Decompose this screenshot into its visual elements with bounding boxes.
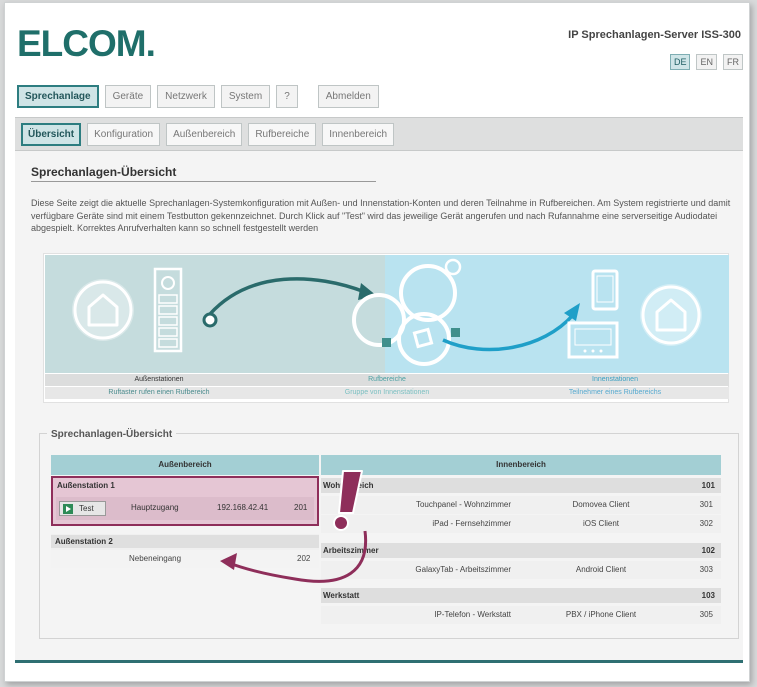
nav-system[interactable]: System xyxy=(220,85,271,108)
nav-sprechanlage[interactable]: Sprechanlage xyxy=(17,85,99,108)
diagram-labels: Außenstationen Rufbereiche Innenstatione… xyxy=(45,374,729,386)
panel-device-icon xyxy=(567,321,619,359)
device-number: 303 xyxy=(699,565,713,574)
door-station-icon xyxy=(153,267,183,353)
play-icon xyxy=(63,504,73,514)
diagram-outdoor-sublabel: Ruftaster rufen einen Rufbereich xyxy=(108,389,210,396)
device-number: 201 xyxy=(294,503,308,512)
sub-nav-bar: Übersicht Konfiguration Außenbereich Ruf… xyxy=(15,117,743,151)
test-button-label: Test xyxy=(79,504,94,513)
indoor-house-icon xyxy=(640,284,702,346)
language-de-button[interactable]: DE xyxy=(669,54,691,70)
call-area-number: 101 xyxy=(701,481,715,490)
elcom-logo: ELCOM. xyxy=(17,23,156,64)
call-area-circles-icon xyxy=(352,264,460,366)
device-ip: 192.168.42.41 xyxy=(217,503,269,512)
device-client: iOS Client xyxy=(582,519,619,528)
indoor-device-row: IP-Telefon - Werkstatt PBX / iPhone Clie… xyxy=(321,606,721,624)
content-area: Sprechanlagen-Übersicht Diese Seite zeig… xyxy=(15,151,743,663)
station-name: Außenstation 2 xyxy=(51,535,319,548)
overview-title: Sprechanlagen-Übersicht xyxy=(47,429,177,440)
diagram-indoor-sublabel: Teilnehmer eines Rufbereichs xyxy=(568,389,662,396)
nav-help[interactable]: ? xyxy=(276,85,298,108)
indoor-device-row: iPad - Fernsehzimmer iOS Client 302 xyxy=(321,515,721,533)
language-switcher: DE EN FR xyxy=(669,54,743,70)
device-name: GalaxyTab - Arbeitszimmer xyxy=(415,565,511,574)
device-number: 202 xyxy=(297,554,311,563)
house-outline-icon xyxy=(72,279,134,341)
sub-nav: Übersicht Konfiguration Außenbereich Ruf… xyxy=(21,123,395,146)
nav-netzwerk[interactable]: Netzwerk xyxy=(157,85,215,108)
page-description: Diese Seite zeigt die aktuelle Sprechanl… xyxy=(31,198,731,233)
node-circle-icon xyxy=(444,258,462,276)
call-area-row: Wohnbereich 101 xyxy=(321,478,721,493)
device-number: 302 xyxy=(699,519,713,528)
language-en-button[interactable]: EN xyxy=(696,54,717,70)
diagram-illustration xyxy=(72,258,702,366)
diagram-indoor-label: Innenstationen xyxy=(592,376,638,383)
outdoor-station-row: Außenstation 2 Nebeneingang 202 xyxy=(51,534,319,568)
tab-aussenbereich[interactable]: Außenbereich xyxy=(166,123,243,146)
nav-geraete[interactable]: Geräte xyxy=(104,85,152,108)
tab-rufbereiche[interactable]: Rufbereiche xyxy=(248,123,317,146)
title-divider xyxy=(31,181,376,182)
station-device-row: Test Hauptzugang 192.168.42.41 201 xyxy=(56,497,314,520)
device-number: 301 xyxy=(699,500,713,509)
product-title: IP Sprechanlagen-Server ISS-300 xyxy=(568,29,741,41)
device-location: Nebeneingang xyxy=(129,554,182,563)
station-device-row: Nebeneingang 202 xyxy=(51,550,319,568)
logout-button[interactable]: Abmelden xyxy=(317,85,379,108)
language-fr-button[interactable]: FR xyxy=(723,54,743,70)
indoor-arrow-icon xyxy=(442,303,580,352)
system-diagram: Außenstationen Rufbereiche Innenstatione… xyxy=(43,253,729,403)
indoor-device-row: Touchpanel - Wohnzimmer Domovea Client 3… xyxy=(321,496,721,514)
tab-innenbereich[interactable]: Innenbereich xyxy=(322,123,395,146)
page-title: Sprechanlagen-Übersicht xyxy=(31,165,177,179)
call-area-row: Arbeitszimmer 102 xyxy=(321,543,721,558)
device-client: PBX / iPhone Client xyxy=(565,610,637,619)
diagram-sublabels: Ruftaster rufen einen Rufbereich Gruppe … xyxy=(45,387,729,399)
outdoor-column-header: Außenbereich xyxy=(51,455,319,475)
call-area-name: Wohnbereich xyxy=(323,481,374,490)
call-area-number: 102 xyxy=(701,546,715,555)
tablet-device-icon xyxy=(591,269,619,311)
indoor-device-row: GalaxyTab - Arbeitszimmer Android Client… xyxy=(321,561,721,579)
indoor-column-header: Innenbereich xyxy=(321,455,721,475)
device-name: IP-Telefon - Werkstatt xyxy=(434,610,511,619)
call-area-row: Werkstatt 103 xyxy=(321,588,721,603)
call-arrow-icon xyxy=(202,277,377,328)
diagram-callarea-sublabel: Gruppe von Innenstationen xyxy=(344,389,430,396)
device-name: Touchpanel - Wohnzimmer xyxy=(415,500,511,509)
app-window: ELCOM. IP Sprechanlagen-Server ISS-300 D… xyxy=(4,2,750,682)
tab-konfiguration[interactable]: Konfiguration xyxy=(87,123,161,146)
diagram-outdoor-label: Außenstationen xyxy=(134,376,184,383)
call-area-name: Werkstatt xyxy=(323,591,360,600)
test-button[interactable]: Test xyxy=(59,501,106,516)
diagram-callarea-label: Rufbereiche xyxy=(368,376,406,383)
main-nav: Sprechanlage Geräte Netzwerk System ? Ab… xyxy=(17,85,379,108)
call-area-name: Arbeitszimmer xyxy=(323,546,379,555)
tab-uebersicht[interactable]: Übersicht xyxy=(21,123,82,146)
device-name: iPad - Fernsehzimmer xyxy=(432,519,511,528)
outdoor-station-row: Außenstation 1 Test Hauptzugang 192.168.… xyxy=(51,476,319,526)
device-client: Domovea Client xyxy=(572,500,630,509)
device-number: 305 xyxy=(699,610,713,619)
call-area-number: 103 xyxy=(701,591,715,600)
device-location: Hauptzugang xyxy=(131,503,179,512)
device-client: Android Client xyxy=(575,565,627,574)
station-name: Außenstation 1 xyxy=(57,481,115,490)
